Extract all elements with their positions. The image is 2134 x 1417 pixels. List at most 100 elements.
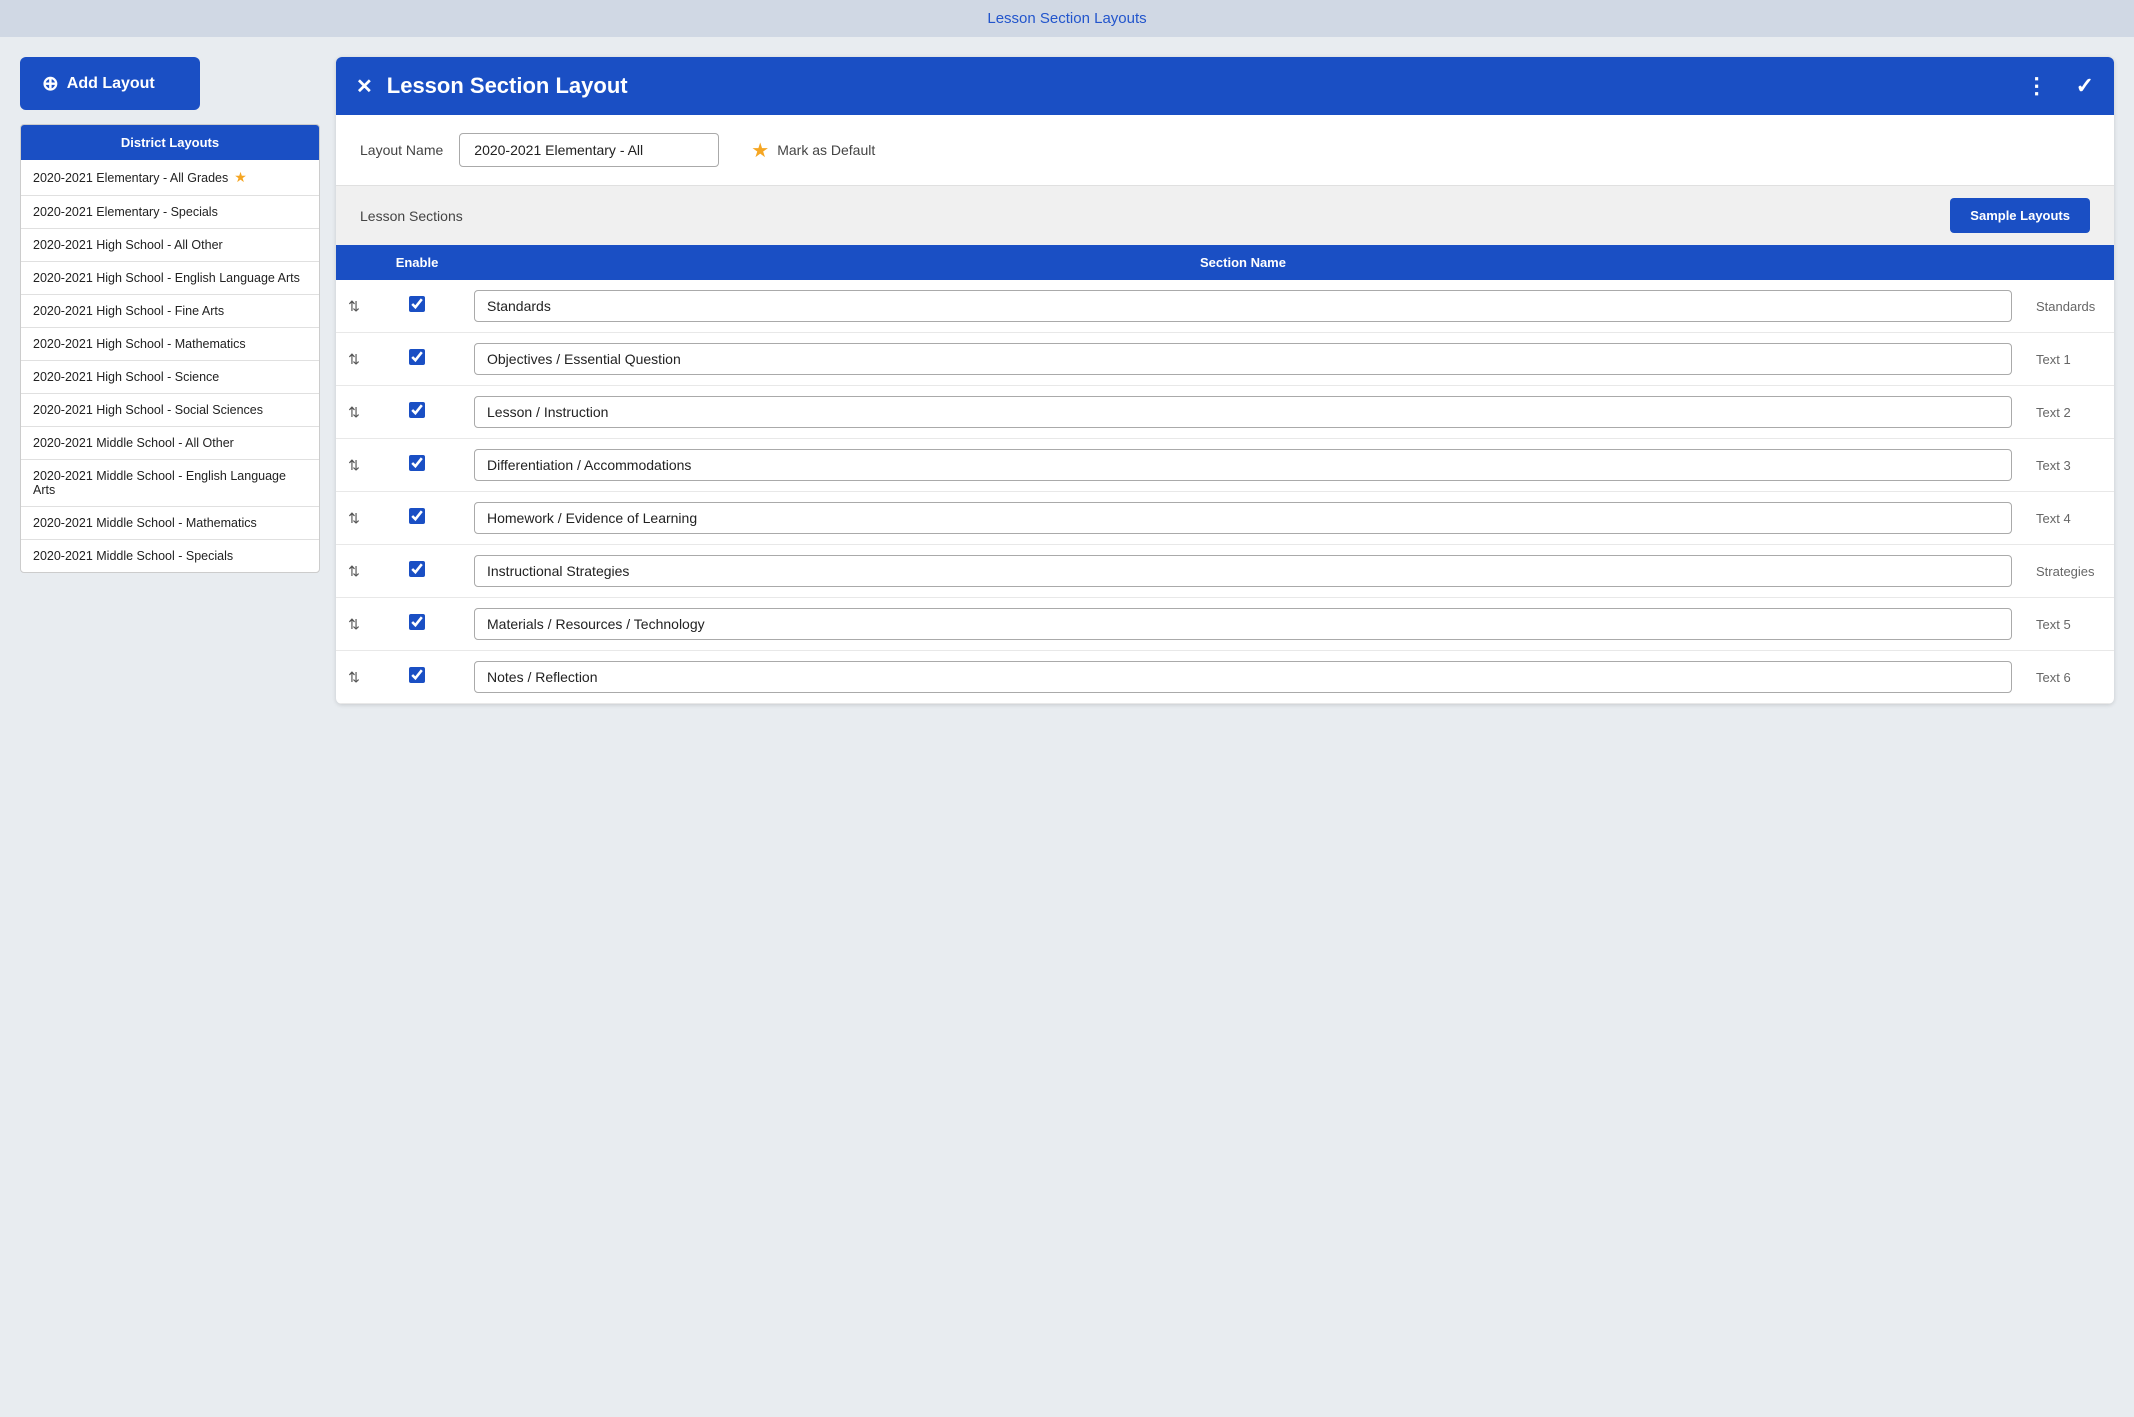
sections-table: Enable Section Name ⇅ Standards ⇅ (336, 245, 2114, 704)
section-name-input[interactable] (474, 290, 2012, 322)
sort-handle[interactable]: ⇅ (336, 545, 372, 598)
section-name-input[interactable] (474, 555, 2012, 587)
sort-handle[interactable]: ⇅ (336, 492, 372, 545)
sort-handle[interactable]: ⇅ (336, 280, 372, 333)
section-name-input[interactable] (474, 343, 2012, 375)
enable-checkbox[interactable] (409, 614, 425, 630)
sort-handle[interactable]: ⇅ (336, 386, 372, 439)
item-label: 2020-2021 Middle School - Mathematics (33, 516, 257, 530)
layout-name-row: Layout Name ★ Mark as Default (336, 115, 2114, 186)
section-name-input[interactable] (474, 396, 2012, 428)
section-type: Text 2 (2024, 386, 2114, 439)
item-label: 2020-2021 High School - English Language… (33, 271, 300, 285)
layout-name-label: Layout Name (360, 142, 443, 158)
panel-header: ✕ Lesson Section Layout ⋮ ✓ (336, 57, 2114, 115)
enable-cell (372, 598, 462, 651)
table-row: ⇅ Text 4 (336, 492, 2114, 545)
lesson-sections-label: Lesson Sections (360, 208, 463, 224)
item-label: 2020-2021 Middle School - Specials (33, 549, 233, 563)
sections-tbody: ⇅ Standards ⇅ Text 1 ⇅ (336, 280, 2114, 704)
enable-checkbox[interactable] (409, 667, 425, 683)
save-check-button[interactable]: ✓ (2076, 73, 2094, 99)
more-menu-button[interactable]: ⋮ (2026, 73, 2050, 99)
item-label: 2020-2021 High School - All Other (33, 238, 223, 252)
sort-handle[interactable]: ⇅ (336, 651, 372, 704)
section-name-cell (462, 386, 2024, 439)
table-row: ⇅ Text 5 (336, 598, 2114, 651)
section-type: Text 1 (2024, 333, 2114, 386)
item-label: 2020-2021 Middle School - English Langua… (33, 469, 307, 497)
enable-checkbox[interactable] (409, 296, 425, 312)
district-layouts-panel: District Layouts 2020-2021 Elementary - … (20, 124, 320, 573)
section-name-cell (462, 651, 2024, 704)
panel-title: Lesson Section Layout (387, 73, 2012, 99)
table-row: ⇅ Strategies (336, 545, 2114, 598)
layout-list-item[interactable]: 2020-2021 High School - Fine Arts (21, 295, 319, 328)
sort-handle[interactable]: ⇅ (336, 439, 372, 492)
table-row: ⇅ Text 2 (336, 386, 2114, 439)
layout-name-input[interactable] (459, 133, 719, 167)
enable-checkbox[interactable] (409, 561, 425, 577)
table-header-row: Enable Section Name (336, 245, 2114, 280)
layout-list-item[interactable]: 2020-2021 High School - English Language… (21, 262, 319, 295)
top-bar-title: Lesson Section Layouts (987, 10, 1146, 27)
enable-checkbox[interactable] (409, 508, 425, 524)
mark-as-default-button[interactable]: Mark as Default (777, 142, 875, 158)
layout-list-item[interactable]: 2020-2021 High School - Mathematics (21, 328, 319, 361)
layout-list-item[interactable]: 2020-2021 Middle School - Mathematics (21, 507, 319, 540)
sort-handle[interactable]: ⇅ (336, 598, 372, 651)
sample-layouts-button[interactable]: Sample Layouts (1950, 198, 2090, 233)
enable-cell (372, 280, 462, 333)
section-name-cell (462, 545, 2024, 598)
section-name-input[interactable] (474, 661, 2012, 693)
item-label: 2020-2021 Elementary - All Grades (33, 171, 228, 185)
section-name-input[interactable] (474, 608, 2012, 640)
right-panel: ✕ Lesson Section Layout ⋮ ✓ Layout Name … (336, 57, 2114, 704)
layout-list-item[interactable]: 2020-2021 Elementary - All Grades ★ (21, 160, 319, 196)
th-type (2024, 245, 2114, 280)
star-default-icon[interactable]: ★ (751, 138, 769, 163)
layout-list-item[interactable]: 2020-2021 High School - Social Sciences (21, 394, 319, 427)
section-name-input[interactable] (474, 449, 2012, 481)
left-panel: ⊕ Add Layout District Layouts 2020-2021 … (20, 57, 320, 573)
table-row: ⇅ Text 6 (336, 651, 2114, 704)
section-name-cell (462, 492, 2024, 545)
item-label: 2020-2021 Elementary - Specials (33, 205, 218, 219)
section-name-cell (462, 280, 2024, 333)
section-name-cell (462, 333, 2024, 386)
plus-icon: ⊕ (42, 71, 59, 96)
item-label: 2020-2021 High School - Fine Arts (33, 304, 224, 318)
add-layout-button[interactable]: ⊕ Add Layout (20, 57, 200, 110)
layout-list-item[interactable]: 2020-2021 Middle School - All Other (21, 427, 319, 460)
item-label: 2020-2021 Middle School - All Other (33, 436, 234, 450)
top-bar: Lesson Section Layouts (0, 0, 2134, 37)
add-layout-label: Add Layout (67, 75, 155, 93)
enable-cell (372, 651, 462, 704)
enable-checkbox[interactable] (409, 455, 425, 471)
layout-list-item[interactable]: 2020-2021 Elementary - Specials (21, 196, 319, 229)
layout-list-item[interactable]: 2020-2021 High School - Science (21, 361, 319, 394)
th-section-name: Section Name (462, 245, 2024, 280)
th-sort (336, 245, 372, 280)
section-name-cell (462, 439, 2024, 492)
star-icon: ★ (234, 169, 247, 186)
layout-items-list: 2020-2021 Elementary - All Grades ★2020-… (21, 160, 319, 572)
item-label: 2020-2021 High School - Mathematics (33, 337, 246, 351)
section-type: Text 6 (2024, 651, 2114, 704)
layout-list-item[interactable]: 2020-2021 High School - All Other (21, 229, 319, 262)
enable-cell (372, 439, 462, 492)
district-layouts-header: District Layouts (21, 125, 319, 160)
close-button[interactable]: ✕ (356, 74, 373, 99)
sort-handle[interactable]: ⇅ (336, 333, 372, 386)
mark-default-area: ★ Mark as Default (751, 138, 875, 163)
layout-list-item[interactable]: 2020-2021 Middle School - English Langua… (21, 460, 319, 507)
enable-checkbox[interactable] (409, 402, 425, 418)
section-type: Text 5 (2024, 598, 2114, 651)
section-name-input[interactable] (474, 502, 2012, 534)
enable-cell (372, 333, 462, 386)
layout-list-item[interactable]: 2020-2021 Middle School - Specials (21, 540, 319, 572)
enable-checkbox[interactable] (409, 349, 425, 365)
section-name-cell (462, 598, 2024, 651)
table-row: ⇅ Standards (336, 280, 2114, 333)
main-layout: ⊕ Add Layout District Layouts 2020-2021 … (0, 37, 2134, 724)
